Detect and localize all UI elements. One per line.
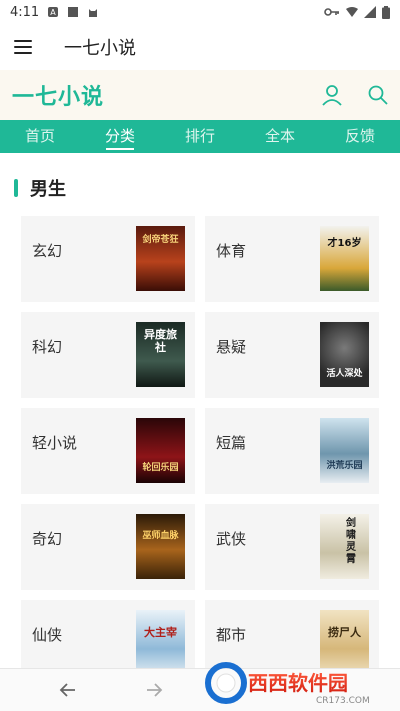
cover-title: 巫师血脉 xyxy=(142,531,179,541)
category-card-kehuan[interactable]: 科幻 异度旅社 xyxy=(21,312,195,398)
category-card-xuanyi[interactable]: 悬疑 活人深处 xyxy=(205,312,379,398)
category-card-tiyu[interactable]: 体育 才16岁 xyxy=(205,216,379,302)
tab-feedback[interactable]: 反馈 xyxy=(320,120,400,153)
category-label: 科幻 xyxy=(32,338,63,356)
battery-icon xyxy=(382,5,390,19)
status-bar: 4:11 A xyxy=(0,0,400,24)
tab-home[interactable]: 首页 xyxy=(0,120,80,153)
svg-text:A: A xyxy=(50,8,56,17)
category-card-dushi[interactable]: 都市 捞尸人 xyxy=(205,600,379,668)
cover-title: 才16岁 xyxy=(327,238,362,249)
book-cover: 才16岁 xyxy=(320,226,369,291)
notification-square-icon xyxy=(68,7,79,17)
cover-title: 活人深处 xyxy=(326,369,363,379)
watermark-url: CR173.COM xyxy=(316,696,370,706)
book-cover: 异度旅社 xyxy=(136,322,185,387)
user-icon[interactable] xyxy=(320,83,344,107)
menu-icon[interactable] xyxy=(14,35,38,59)
book-cover: 巫师血脉 xyxy=(136,514,185,579)
cover-title: 洪荒乐园 xyxy=(326,461,363,471)
category-card-duanpian[interactable]: 短篇 洪荒乐园 xyxy=(205,408,379,494)
section-header: 男生 xyxy=(0,153,400,223)
category-label: 短篇 xyxy=(216,434,247,452)
signal-icon xyxy=(364,6,376,18)
cover-title: 捞尸人 xyxy=(328,626,361,639)
vpn-key-icon xyxy=(324,8,339,16)
watermark-logo: 西西软件园 CR173.COM xyxy=(205,662,370,706)
forward-button[interactable] xyxy=(134,670,174,710)
app-bar: 一七小说 xyxy=(0,24,400,70)
category-card-qihuan[interactable]: 奇幻 巫师血脉 xyxy=(21,504,195,590)
notification-cat-icon xyxy=(89,9,98,17)
category-card-xuanhuan[interactable]: 玄幻 剑帝苍狂 xyxy=(21,216,195,302)
search-icon[interactable] xyxy=(366,83,390,107)
nav-tabs: 首页 分类 排行 全本 反馈 xyxy=(0,120,400,153)
category-card-qingxiaoshuo[interactable]: 轻小说 轮回乐园 xyxy=(21,408,195,494)
site-logo[interactable]: 一七小说 xyxy=(12,79,104,111)
category-label: 奇幻 xyxy=(32,530,63,548)
category-label: 玄幻 xyxy=(32,242,63,260)
arrow-right-icon xyxy=(147,683,163,697)
book-cover: 剑啸灵霄 xyxy=(320,514,369,579)
book-cover: 洪荒乐园 xyxy=(320,418,369,483)
book-cover: 大主宰 xyxy=(136,610,185,668)
category-content: 男生 玄幻 剑帝苍狂 体育 才16岁 科幻 异度旅社 悬疑 活人深处 轻小说 轮… xyxy=(0,153,400,668)
arrow-left-icon xyxy=(59,683,75,697)
site-header: 一七小说 xyxy=(0,70,400,120)
cover-title: 剑帝苍狂 xyxy=(142,235,179,245)
cover-title: 轮回乐园 xyxy=(142,463,179,473)
category-label: 仙侠 xyxy=(32,626,63,644)
book-cover: 活人深处 xyxy=(320,322,369,387)
tab-ranking[interactable]: 排行 xyxy=(160,120,240,153)
cover-title: 剑啸灵霄 xyxy=(346,518,356,565)
notification-a-icon: A xyxy=(48,7,59,17)
book-cover: 轮回乐园 xyxy=(136,418,185,483)
category-label: 轻小说 xyxy=(32,434,78,452)
back-button[interactable] xyxy=(48,670,88,710)
section-title: 男生 xyxy=(30,179,66,200)
category-label: 悬疑 xyxy=(216,338,247,356)
cover-title: 大主宰 xyxy=(144,626,177,639)
status-time: 4:11 xyxy=(10,4,40,20)
category-label: 体育 xyxy=(216,242,247,260)
section-accent-bar xyxy=(14,179,18,197)
app-title: 一七小说 xyxy=(64,38,136,59)
tab-categories[interactable]: 分类 xyxy=(80,120,160,153)
category-label: 都市 xyxy=(216,626,247,644)
book-cover: 剑帝苍狂 xyxy=(136,226,185,291)
category-label: 武侠 xyxy=(216,530,247,548)
category-card-wuxia[interactable]: 武侠 剑啸灵霄 xyxy=(205,504,379,590)
cover-title: 异度旅社 xyxy=(144,328,177,354)
category-card-xianxia[interactable]: 仙侠 大主宰 xyxy=(21,600,195,668)
tab-complete[interactable]: 全本 xyxy=(240,120,320,153)
wifi-icon xyxy=(346,7,358,17)
watermark-brand: 西西软件园 xyxy=(248,671,348,695)
